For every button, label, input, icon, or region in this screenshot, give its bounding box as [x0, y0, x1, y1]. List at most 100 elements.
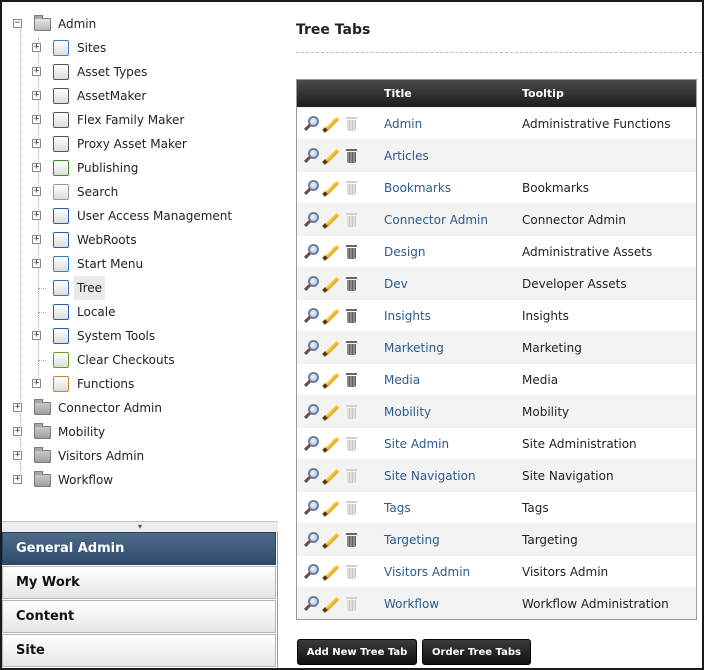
expand-icon[interactable]: +	[32, 379, 41, 388]
inspect-icon[interactable]	[303, 276, 320, 292]
edit-icon[interactable]	[322, 212, 340, 229]
expand-icon[interactable]: +	[32, 235, 41, 244]
tab-title-link[interactable]: Site Admin	[384, 437, 449, 451]
tree-node[interactable]: Locale	[2, 300, 278, 324]
inspect-icon[interactable]	[303, 372, 320, 388]
edit-icon[interactable]	[322, 244, 340, 261]
tree-node[interactable]: + Publishing	[2, 156, 278, 180]
tab-title-link[interactable]: Mobility	[384, 405, 431, 419]
tree-node[interactable]: + Flex Family Maker	[2, 108, 278, 132]
inspect-icon[interactable]	[303, 116, 320, 132]
delete-icon[interactable]	[344, 372, 360, 388]
tab-title-link[interactable]: Insights	[384, 309, 431, 323]
expand-icon[interactable]: +	[32, 187, 41, 196]
delete-icon[interactable]	[344, 532, 360, 548]
tree-node[interactable]: + Functions	[2, 372, 278, 396]
tree-node-admin[interactable]: − Admin	[2, 12, 278, 36]
delete-icon[interactable]	[344, 276, 360, 292]
expand-icon[interactable]: +	[32, 67, 41, 76]
column-header-title[interactable]: Title	[384, 87, 412, 100]
tab-title-link[interactable]: Admin	[384, 117, 422, 131]
tab-title-link[interactable]: Dev	[384, 277, 408, 291]
tree-node[interactable]: + Proxy Asset Maker	[2, 132, 278, 156]
tree-node[interactable]: Tree	[2, 276, 278, 300]
add-new-tree-tab-button[interactable]: Add New Tree Tab	[297, 639, 417, 665]
tree-node[interactable]: + WebRoots	[2, 228, 278, 252]
accordion-my-work[interactable]: My Work	[2, 566, 276, 599]
delete-icon[interactable]	[344, 308, 360, 324]
edit-icon[interactable]	[322, 500, 340, 517]
edit-icon[interactable]	[322, 372, 340, 389]
delete-icon[interactable]	[344, 340, 360, 356]
tree-node[interactable]: + User Access Management	[2, 204, 278, 228]
inspect-icon[interactable]	[303, 308, 320, 324]
edit-icon[interactable]	[322, 532, 340, 549]
accordion-content[interactable]: Content	[2, 600, 276, 633]
tree-node[interactable]: + Start Menu	[2, 252, 278, 276]
tree-node[interactable]: + AssetMaker	[2, 84, 278, 108]
tree-node[interactable]: + Workflow	[2, 468, 278, 492]
tab-title-link[interactable]: Articles	[384, 149, 429, 163]
expand-icon[interactable]: +	[32, 331, 41, 340]
edit-icon[interactable]	[322, 596, 340, 613]
inspect-icon[interactable]	[303, 404, 320, 420]
expand-icon[interactable]: +	[32, 43, 41, 52]
tab-title-link[interactable]: Bookmarks	[384, 181, 451, 195]
edit-icon[interactable]	[322, 564, 340, 581]
accordion-site[interactable]: Site	[2, 634, 276, 667]
edit-icon[interactable]	[322, 116, 340, 133]
tree-node[interactable]: Clear Checkouts	[2, 348, 278, 372]
expand-icon[interactable]: +	[32, 163, 41, 172]
inspect-icon[interactable]	[303, 244, 320, 260]
inspect-icon[interactable]	[303, 340, 320, 356]
tree-node[interactable]: + Asset Types	[2, 60, 278, 84]
edit-icon[interactable]	[322, 404, 340, 421]
inspect-icon[interactable]	[303, 436, 320, 452]
tab-title-link[interactable]: Tags	[384, 501, 411, 515]
tab-title-link[interactable]: Connector Admin	[384, 213, 488, 227]
expand-icon[interactable]: +	[13, 403, 22, 412]
edit-icon[interactable]	[322, 436, 340, 453]
inspect-icon[interactable]	[303, 180, 320, 196]
edit-icon[interactable]	[322, 148, 340, 165]
order-tree-tabs-button[interactable]: Order Tree Tabs	[422, 639, 531, 665]
expand-icon[interactable]: +	[32, 139, 41, 148]
collapse-icon[interactable]: −	[13, 19, 22, 28]
tree-node[interactable]: + Visitors Admin	[2, 444, 278, 468]
edit-icon[interactable]	[322, 308, 340, 325]
expand-icon[interactable]: +	[13, 427, 22, 436]
delete-icon[interactable]	[344, 244, 360, 260]
expand-icon[interactable]: +	[32, 211, 41, 220]
inspect-icon[interactable]	[303, 596, 320, 612]
expand-icon[interactable]: +	[32, 91, 41, 100]
edit-icon[interactable]	[322, 180, 340, 197]
inspect-icon[interactable]	[303, 564, 320, 580]
edit-icon[interactable]	[322, 340, 340, 357]
tab-title-link[interactable]: Design	[384, 245, 425, 259]
tab-title-link[interactable]: Targeting	[384, 533, 440, 547]
expand-icon[interactable]: +	[32, 259, 41, 268]
accordion-general-admin[interactable]: General Admin	[2, 532, 276, 565]
tree-node[interactable]: + Sites	[2, 36, 278, 60]
expand-icon[interactable]: +	[32, 115, 41, 124]
tab-title-link[interactable]: Site Navigation	[384, 469, 476, 483]
column-header-tooltip[interactable]: Tooltip	[522, 87, 564, 100]
inspect-icon[interactable]	[303, 532, 320, 548]
delete-icon[interactable]	[344, 148, 360, 164]
tree-node[interactable]: + Search	[2, 180, 278, 204]
tab-title-link[interactable]: Visitors Admin	[384, 565, 470, 579]
tab-title-link[interactable]: Marketing	[384, 341, 444, 355]
edit-icon[interactable]	[322, 276, 340, 293]
inspect-icon[interactable]	[303, 468, 320, 484]
tab-title-link[interactable]: Workflow	[384, 597, 439, 611]
tree-node[interactable]: + Mobility	[2, 420, 278, 444]
expand-icon[interactable]: +	[13, 451, 22, 460]
inspect-icon[interactable]	[303, 500, 320, 516]
tree-node[interactable]: + System Tools	[2, 324, 278, 348]
tab-title-link[interactable]: Media	[384, 373, 420, 387]
inspect-icon[interactable]	[303, 148, 320, 164]
edit-icon[interactable]	[322, 468, 340, 485]
inspect-icon[interactable]	[303, 212, 320, 228]
tree-node[interactable]: + Connector Admin	[2, 396, 278, 420]
expand-icon[interactable]: +	[13, 475, 22, 484]
